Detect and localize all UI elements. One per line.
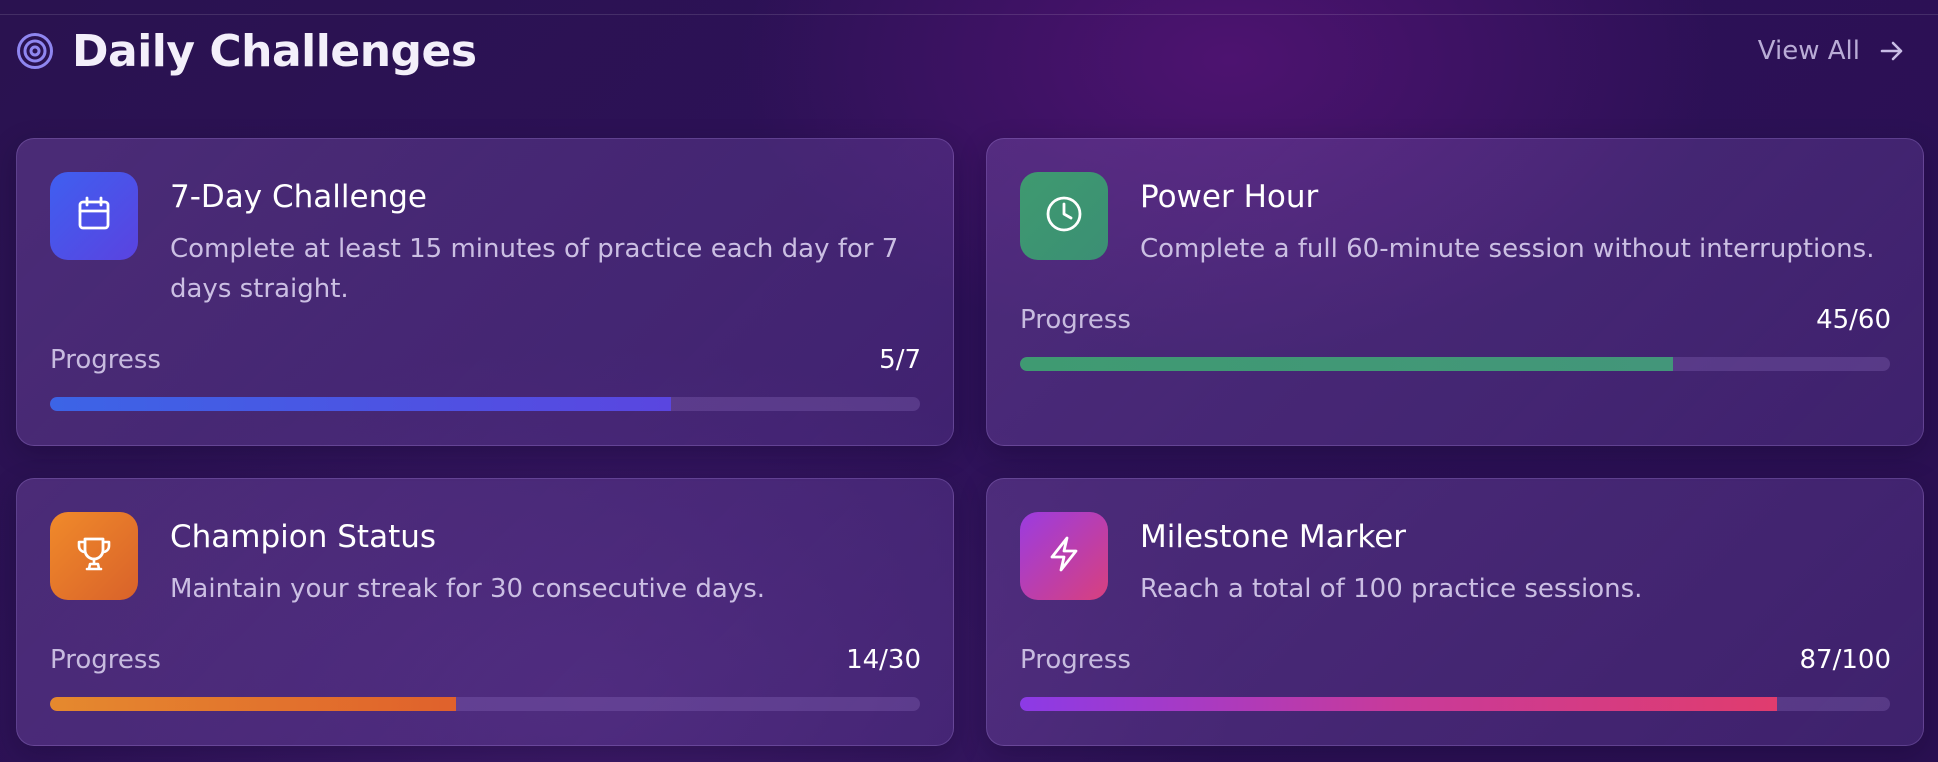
challenge-description: Maintain your streak for 30 consecutive … <box>170 574 766 604</box>
progress-value: 45/60 <box>1816 305 1891 335</box>
lightning-icon <box>1043 533 1085 579</box>
section-header: Daily Challenges View All <box>16 20 1908 82</box>
calendar-icon <box>74 194 114 238</box>
challenge-icon-box <box>1020 172 1108 260</box>
progress-fill <box>1020 697 1777 711</box>
progress-value: 5/7 <box>879 345 921 375</box>
progress-label: Progress <box>1020 645 1131 675</box>
challenge-icon-box <box>1020 512 1108 600</box>
clock-icon <box>1043 193 1085 239</box>
challenge-description: Complete at least 15 minutes of practice… <box>170 234 899 304</box>
view-all-label: View All <box>1757 36 1860 66</box>
challenge-title: Power Hour <box>1140 179 1319 215</box>
view-all-button[interactable]: View All <box>1758 36 1906 66</box>
progress-fill <box>50 697 457 711</box>
trophy-icon <box>73 533 115 579</box>
challenge-card-milestone-marker[interactable]: Milestone Marker Reach a total of 100 pr… <box>986 478 1924 746</box>
target-icon <box>16 32 54 70</box>
title-group: Daily Challenges <box>16 26 477 77</box>
challenge-card-champion-status[interactable]: Champion Status Maintain your streak for… <box>16 478 954 746</box>
progress-fill <box>1020 357 1673 371</box>
challenge-card-7-day[interactable]: 7-Day Challenge Complete at least 15 min… <box>16 138 954 446</box>
challenge-icon-box <box>50 172 138 260</box>
progress-label: Progress <box>50 345 161 375</box>
top-divider <box>0 0 1938 15</box>
challenge-description: Complete a full 60-minute session withou… <box>1140 234 1875 264</box>
progress-track <box>50 397 920 411</box>
challenge-title: 7-Day Challenge <box>170 179 427 215</box>
challenge-title: Milestone Marker <box>1140 519 1407 555</box>
challenge-card-power-hour[interactable]: Power Hour Complete a full 60-minute ses… <box>986 138 1924 446</box>
challenge-icon-box <box>50 512 138 600</box>
progress-label: Progress <box>50 645 161 675</box>
page-title: Daily Challenges <box>72 25 477 77</box>
progress-label: Progress <box>1020 305 1131 335</box>
progress-track <box>50 697 920 711</box>
progress-value: 87/100 <box>1799 645 1891 675</box>
progress-track <box>1020 357 1890 371</box>
progress-fill <box>50 397 672 411</box>
challenge-title: Champion Status <box>170 519 437 555</box>
arrow-right-icon <box>1878 37 1906 65</box>
progress-track <box>1020 697 1890 711</box>
progress-value: 14/30 <box>846 645 921 675</box>
challenge-description: Reach a total of 100 practice sessions. <box>1140 574 1643 604</box>
